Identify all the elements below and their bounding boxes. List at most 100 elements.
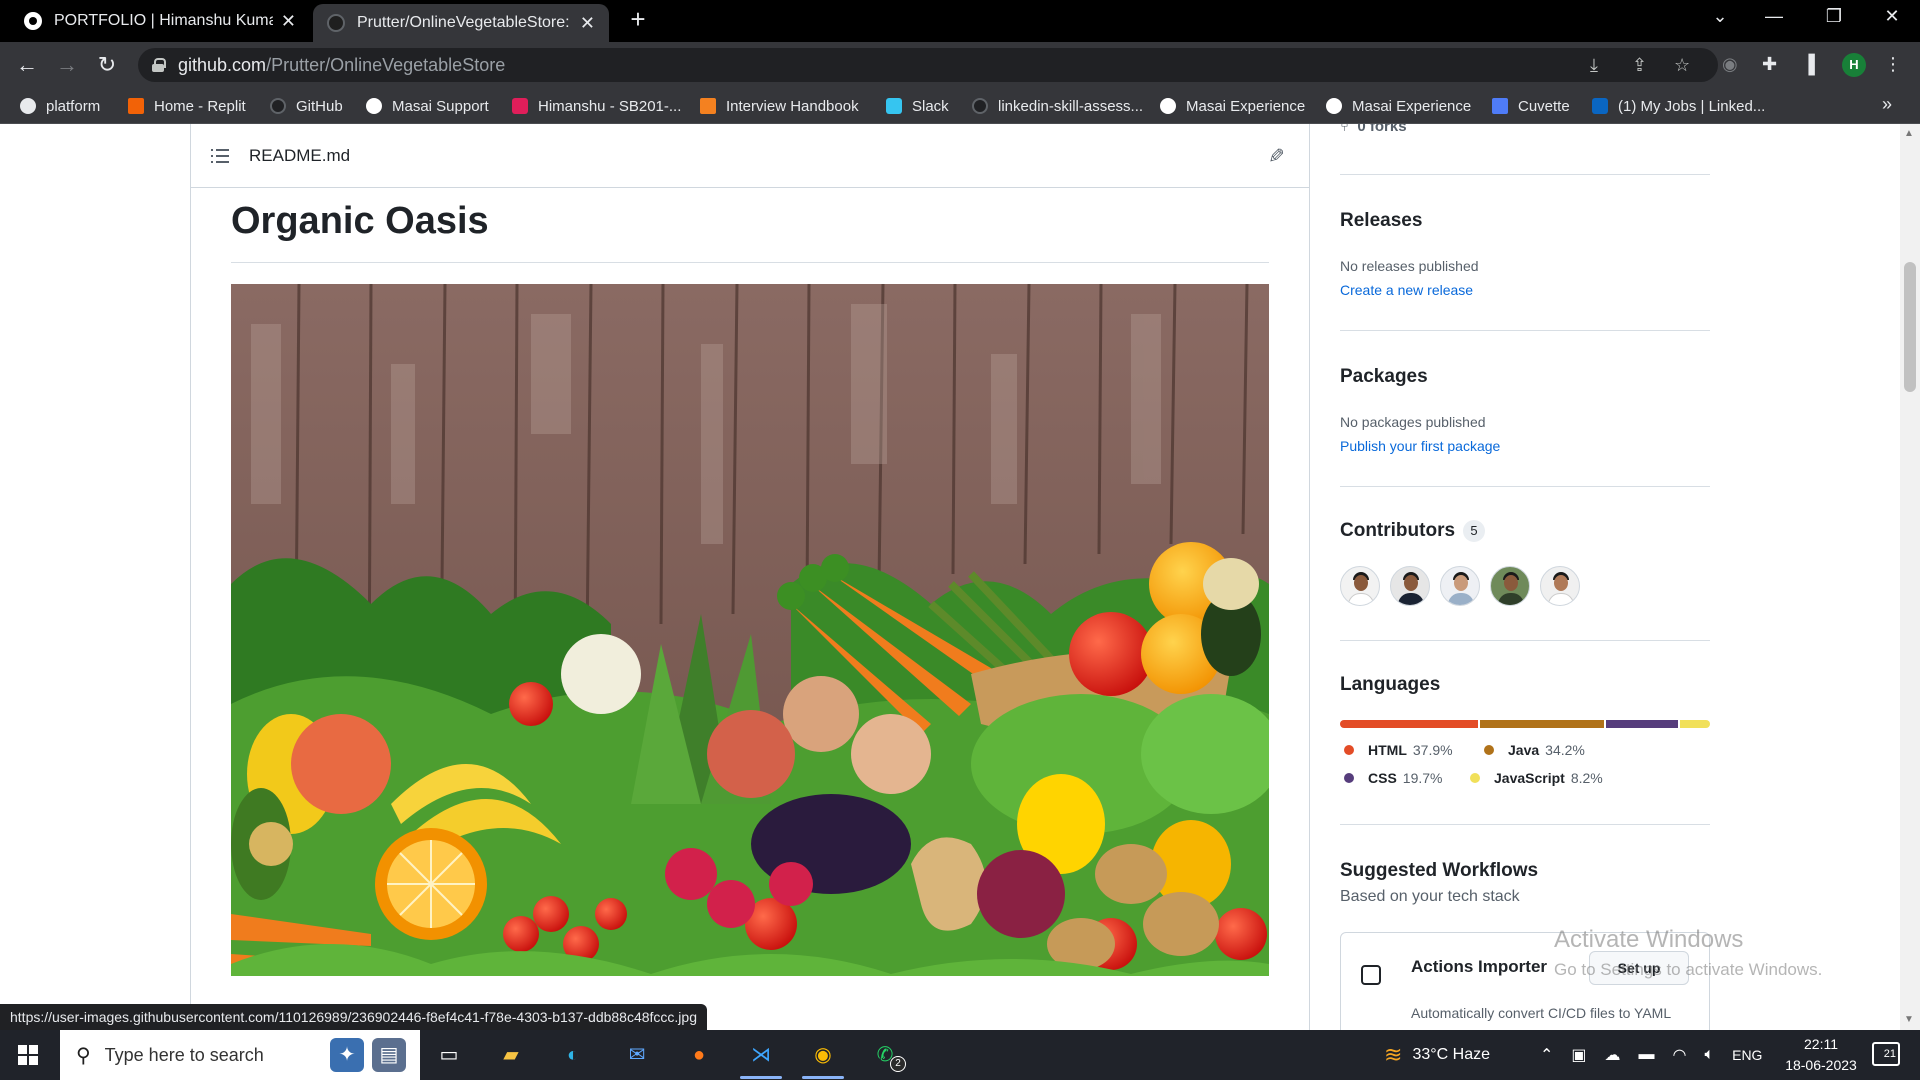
suggested-workflows-heading: Suggested Workflows <box>1340 860 1539 881</box>
handbook-icon <box>700 98 716 114</box>
bookmark-replit[interactable]: Home - Replit <box>128 88 246 124</box>
volume-icon[interactable]: 🔈︎ <box>1705 1046 1715 1064</box>
battery-icon[interactable]: ▬ <box>1639 1046 1655 1064</box>
language-bar-segment-java[interactable] <box>1479 720 1605 728</box>
releases-heading[interactable]: Releases <box>1340 210 1422 232</box>
page-scrollbar[interactable]: ▲ ▼ <box>1900 124 1920 1030</box>
tab-close-icon[interactable]: ✕ <box>281 11 296 32</box>
task-view-icon[interactable]: ▭ <box>432 1038 466 1072</box>
sidebar-divider <box>1340 824 1710 825</box>
notification-center-icon[interactable]: 21 <box>1872 1042 1900 1066</box>
back-arrow-icon[interactable]: ← <box>12 50 42 80</box>
weather-widget[interactable]: ≋ 33°C Haze <box>1384 1030 1490 1080</box>
new-tab-button[interactable]: + <box>622 4 654 36</box>
language-bar-segment-javascript[interactable] <box>1680 720 1710 728</box>
tab-close-icon[interactable]: ✕ <box>580 13 595 34</box>
language-javascript[interactable]: JavaScript 8.2% <box>1470 770 1603 786</box>
languages-heading: Languages <box>1340 674 1441 695</box>
profile-avatar[interactable]: H <box>1842 53 1866 77</box>
browser-toolbar: ← → ↻ github.com/Prutter/OnlineVegetable… <box>0 42 1920 88</box>
scroll-thumb[interactable] <box>1904 262 1916 392</box>
wifi-icon[interactable]: ◠ <box>1673 1045 1687 1065</box>
forward-arrow-icon[interactable]: → <box>52 50 82 80</box>
reload-icon[interactable]: ↻ <box>92 50 122 80</box>
language-css[interactable]: CSS 19.7% <box>1344 770 1443 786</box>
restore-button[interactable]: ❐ <box>1814 6 1854 27</box>
search-highlight-icon[interactable]: ▤ <box>372 1038 406 1072</box>
bookmark-masai-support[interactable]: Masai Support <box>366 88 489 124</box>
workflow-description: Automatically convert CI/CD files to YAM… <box>1411 1005 1672 1021</box>
contributor-avatar[interactable] <box>1490 566 1530 606</box>
packages-heading[interactable]: Packages <box>1340 366 1428 388</box>
extensions-puzzle-icon[interactable]: ✚ <box>1762 54 1777 75</box>
contributor-avatar[interactable] <box>1340 566 1380 606</box>
search-highlight-icon[interactable]: ✦ <box>330 1038 364 1072</box>
tab-title: Prutter/OnlineVegetableStore: Or <box>357 14 572 31</box>
bookmark-himanshu-sb201[interactable]: Himanshu - SB201-... <box>512 88 681 124</box>
masai-icon <box>366 98 382 114</box>
bookmark-masai-experience-1[interactable]: Masai Experience <box>1160 88 1305 124</box>
minimize-button[interactable]: — <box>1754 6 1794 27</box>
contributor-avatar[interactable] <box>1440 566 1480 606</box>
create-release-link[interactable]: Create a new release <box>1340 282 1473 298</box>
mail-icon[interactable]: ✉ <box>620 1038 654 1072</box>
contributors-heading[interactable]: Contributors 5 <box>1340 520 1486 542</box>
vscode-icon[interactable]: ⋊ <box>744 1038 778 1072</box>
bookmark-platform[interactable]: platform <box>20 88 100 124</box>
contributors-count-badge: 5 <box>1463 520 1486 542</box>
bookmark-linkedin-skill[interactable]: linkedin-skill-assess... <box>972 88 1143 124</box>
show-hidden-icons-chevron-icon[interactable]: ⌃ <box>1540 1045 1553 1065</box>
readme-filename[interactable]: README.md <box>249 146 350 166</box>
tab-portfolio[interactable]: PORTFOLIO | Himanshu Kumar ✕ <box>10 0 310 42</box>
language-html[interactable]: HTML 37.9% <box>1344 742 1453 758</box>
forks-count[interactable]: ⑂ 0 forks <box>1340 124 1407 135</box>
outline-list-icon[interactable] <box>211 148 229 163</box>
language-bar-segment-html[interactable] <box>1340 720 1478 728</box>
language-bar-segment-css[interactable] <box>1606 720 1679 728</box>
scroll-down-arrow-icon[interactable]: ▼ <box>1904 1014 1914 1025</box>
scroll-up-arrow-icon[interactable]: ▲ <box>1904 128 1914 139</box>
file-explorer-icon[interactable]: ▰ <box>494 1038 528 1072</box>
bookmark-linkedin-jobs[interactable]: (1) My Jobs | Linked... <box>1592 88 1765 124</box>
onedrive-cloud-icon[interactable]: ☁ <box>1605 1045 1621 1065</box>
bookmark-github[interactable]: GitHub <box>270 88 343 124</box>
close-window-button[interactable]: ✕ <box>1872 6 1912 27</box>
more-bookmarks-chevron-icon[interactable]: » <box>1882 94 1892 115</box>
taskbar-search-box[interactable]: ⚲ Type here to search <box>60 1030 420 1080</box>
language-java[interactable]: Java 34.2% <box>1484 742 1585 758</box>
haze-weather-icon: ≋ <box>1384 1042 1403 1067</box>
cuvette-icon <box>1492 98 1508 114</box>
bookmark-masai-experience-2[interactable]: Masai Experience <box>1326 88 1471 124</box>
windows-start-icon[interactable] <box>18 1045 38 1065</box>
input-language[interactable]: ENG <box>1732 1047 1762 1063</box>
side-panel-icon[interactable]: ▐ <box>1802 54 1815 75</box>
contributors-avatars <box>1340 566 1580 606</box>
bookmark-slack[interactable]: Slack <box>886 88 949 124</box>
bookmark-interview-handbook[interactable]: Interview Handbook <box>700 88 859 124</box>
taskbar-clock[interactable]: 22:11 18-06-2023 <box>1776 1034 1866 1076</box>
whatsapp-icon[interactable]: ✆ 2 <box>868 1038 906 1072</box>
vegetables-hero-image[interactable] <box>231 284 1269 976</box>
tab-search-chevron-icon[interactable]: ⌄ <box>1700 6 1740 27</box>
tab-github-repo[interactable]: Prutter/OnlineVegetableStore: Or ✕ <box>313 4 609 42</box>
edit-pencil-icon[interactable]: ✎ <box>1268 144 1285 169</box>
address-bar[interactable]: github.com/Prutter/OnlineVegetableStore … <box>138 48 1718 82</box>
firefox-icon[interactable]: ● <box>682 1038 716 1072</box>
sidebar-divider <box>1340 174 1710 175</box>
meet-now-icon[interactable]: ▣ <box>1571 1045 1586 1065</box>
edge-browser-icon[interactable]: ◐ <box>556 1038 590 1072</box>
lock-icon[interactable] <box>152 58 166 72</box>
contributor-avatar[interactable] <box>1390 566 1430 606</box>
bookmark-star-icon[interactable]: ☆ <box>1674 55 1690 76</box>
portfolio-favicon-icon <box>24 12 42 30</box>
contributor-avatar[interactable] <box>1540 566 1580 606</box>
share-icon[interactable]: ⇪ <box>1632 55 1647 76</box>
menu-kebab-icon[interactable]: ⋮ <box>1884 54 1902 75</box>
publish-package-link[interactable]: Publish your first package <box>1340 438 1500 454</box>
vscode-active-indicator <box>740 1076 782 1079</box>
linkedin-icon <box>1592 98 1608 114</box>
cast-icon[interactable]: ◉ <box>1722 54 1738 75</box>
install-app-icon[interactable]: ⤓ <box>1590 55 1598 76</box>
bookmark-cuvette[interactable]: Cuvette <box>1492 88 1570 124</box>
chrome-icon[interactable]: ◉ <box>806 1038 840 1072</box>
